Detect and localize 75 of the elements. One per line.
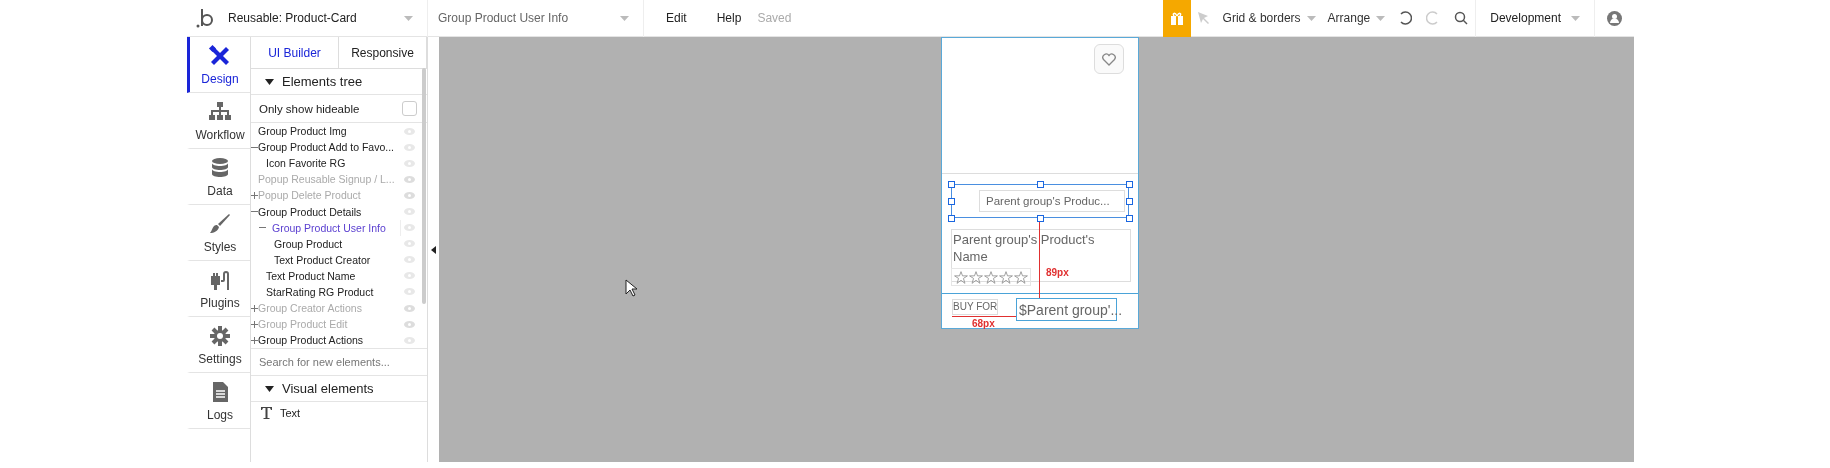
avatar-icon[interactable] — [1607, 10, 1622, 26]
scrollbar[interactable] — [422, 68, 426, 304]
sidebar-tab[interactable]: Workflow — [187, 93, 250, 149]
expand-icon[interactable] — [251, 304, 258, 312]
expand-icon[interactable] — [251, 320, 258, 328]
toolbar-dropdown[interactable]: Grid & borders — [1216, 11, 1322, 25]
gear-icon — [208, 323, 232, 348]
checkbox[interactable] — [402, 101, 417, 116]
search-icon[interactable] — [1454, 11, 1469, 25]
toolbar-dropdown[interactable]: Arrange — [1321, 11, 1392, 25]
star-icon — [969, 270, 983, 284]
resize-handle[interactable] — [948, 215, 955, 222]
collapse-icon[interactable] — [251, 208, 258, 215]
environment-dropdown[interactable]: Development — [1475, 0, 1595, 37]
page-dropdown[interactable]: Reusable: Product-Card — [222, 0, 428, 37]
resize-handle[interactable] — [1037, 181, 1044, 188]
tree-item[interactable]: Icon Favorite RG — [266, 156, 346, 171]
expand-icon[interactable] — [251, 336, 258, 344]
heart-icon — [1102, 52, 1116, 66]
triangle-icon — [265, 78, 274, 85]
sidebar-tab[interactable]: Plugins — [187, 261, 250, 317]
caret-icon — [1571, 15, 1580, 21]
resize-handle[interactable] — [1126, 181, 1133, 188]
save-status: Saved — [757, 11, 792, 25]
tree-item[interactable]: Group Product Add to Favo... — [258, 140, 394, 155]
text-element: BUY FOR — [952, 299, 998, 315]
logo-icon[interactable] — [195, 8, 214, 28]
element-item[interactable]: Text — [251, 402, 427, 425]
design-icon — [208, 43, 232, 68]
panel-tab[interactable]: UI Builder — [251, 37, 339, 68]
sidebar-tab[interactable]: Design — [187, 37, 250, 93]
tree-item[interactable]: Group Product Img — [258, 124, 347, 139]
tree-item[interactable]: Group Product User Info — [266, 219, 401, 236]
distance-label: 89px — [1046, 267, 1069, 278]
star-icon — [1014, 270, 1028, 284]
sidebar-tab[interactable]: Settings — [187, 317, 250, 373]
caret-icon — [1376, 15, 1386, 21]
resize-handle[interactable] — [1037, 215, 1044, 222]
menu-item[interactable]: Help — [708, 11, 750, 25]
text-element: Parent group's Product's Name — [953, 231, 1096, 265]
measure-line — [952, 316, 1016, 317]
section-header[interactable]: Visual elements — [251, 376, 427, 403]
filter-label: Only show hideable — [259, 102, 360, 115]
resize-handle[interactable] — [1126, 198, 1133, 205]
resize-handle[interactable] — [1126, 215, 1133, 222]
brush-icon — [208, 211, 232, 236]
caret-icon — [620, 15, 629, 21]
tree-item[interactable]: StarRating RG Product — [266, 285, 374, 299]
resize-handle[interactable] — [948, 198, 955, 205]
panel-tab[interactable]: Responsive — [339, 37, 427, 68]
sidebar-tab[interactable]: Styles — [187, 205, 250, 261]
star-icon — [984, 270, 998, 284]
menu-item[interactable]: Edit — [658, 11, 695, 25]
cursor-icon — [625, 279, 637, 297]
gift-icon — [1169, 11, 1184, 25]
tree-item[interactable]: Group Product Actions — [258, 333, 364, 348]
collapse-arrow-icon[interactable] — [431, 245, 436, 254]
text-element: Parent group's Produc... — [979, 190, 1125, 212]
undo-icon[interactable] — [1398, 11, 1413, 25]
resize-handle[interactable] — [948, 181, 955, 188]
distance-label: 68px — [972, 318, 995, 329]
tree-item[interactable]: Group Product Details — [258, 204, 362, 219]
text-icon — [261, 407, 272, 420]
star-icon — [954, 270, 968, 284]
tree-item[interactable]: Group Product — [274, 236, 343, 251]
sidebar-tab[interactable]: Logs — [187, 373, 250, 429]
star-icon — [999, 270, 1013, 284]
triangle-icon — [265, 385, 274, 392]
expand-icon[interactable] — [251, 191, 258, 199]
element-dropdown[interactable]: Group Product User Info — [428, 0, 644, 37]
caret-icon — [404, 15, 413, 21]
sidebar-tab[interactable]: Data — [187, 149, 250, 205]
tree-item[interactable]: Text Product Name — [266, 268, 356, 283]
caret-icon — [1306, 15, 1316, 21]
tree-item[interactable]: Text Product Creator — [274, 252, 371, 267]
